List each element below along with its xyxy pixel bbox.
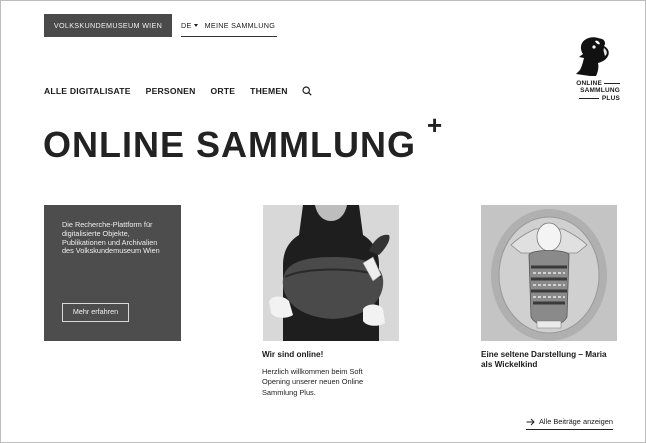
arrow-right-icon xyxy=(526,418,535,425)
caret-down-icon xyxy=(193,24,198,27)
title-plus-mark: + xyxy=(427,110,443,140)
nav-item-personen[interactable]: PERSONEN xyxy=(146,86,196,96)
search-icon[interactable] xyxy=(302,86,312,96)
logo-line-sammlung: SAMMLUNG xyxy=(580,87,620,95)
language-label: DE xyxy=(181,20,192,30)
person-with-pot-image xyxy=(263,205,399,341)
page-title: ONLINE SAMMLUNG xyxy=(43,124,416,165)
nav-item-alle-digitalisate[interactable]: ALLE DIGITALISATE xyxy=(44,86,131,96)
nav-item-orte[interactable]: ORTE xyxy=(210,86,235,96)
main-nav: ALLE DIGITALISATE PERSONEN ORTE THEMEN xyxy=(44,86,312,96)
learn-more-label: Mehr erfahren xyxy=(72,307,119,317)
language-selector[interactable]: DE xyxy=(181,21,198,30)
post-title-wir-sind-online[interactable]: Wir sind online! xyxy=(262,350,323,360)
all-posts-link[interactable]: Alle Beiträge anzeigen xyxy=(526,417,613,430)
swaddled-figure-image xyxy=(481,205,617,341)
post-image-maria-wickelkind[interactable] xyxy=(481,205,617,341)
intro-card: Die Recherche-Plattform für digitalisier… xyxy=(44,205,181,341)
bird-head-logo-icon xyxy=(576,37,609,76)
logo-text: ONLINE SAMMLUNG PLUS xyxy=(562,80,620,102)
top-links: DE MEINE SAMMLUNG xyxy=(181,14,278,37)
post-text-wir-sind-online: Herzlich willkommen beim Soft Opening un… xyxy=(262,367,364,397)
logo-line-plus: PLUS xyxy=(562,95,620,102)
intro-text: Die Recherche-Plattform für digitalisier… xyxy=(62,220,160,256)
logo-line-online: ONLINE xyxy=(562,80,620,87)
learn-more-button[interactable]: Mehr erfahren xyxy=(62,303,129,322)
post-title-maria-wickelkind[interactable]: Eine seltene Darstellung – Maria als Wic… xyxy=(481,350,619,369)
all-posts-label: Alle Beiträge anzeigen xyxy=(539,417,613,426)
site-logo[interactable]: ONLINE SAMMLUNG PLUS xyxy=(562,34,620,106)
my-collection-link[interactable]: MEINE SAMMLUNG xyxy=(205,21,276,30)
post-image-wir-sind-online[interactable] xyxy=(263,205,399,341)
nav-item-themen[interactable]: THEMEN xyxy=(250,86,287,96)
museum-home-button[interactable]: VOLKSKUNDEMUSEUM WIEN xyxy=(44,14,172,37)
museum-home-label: VOLKSKUNDEMUSEUM WIEN xyxy=(53,21,163,30)
